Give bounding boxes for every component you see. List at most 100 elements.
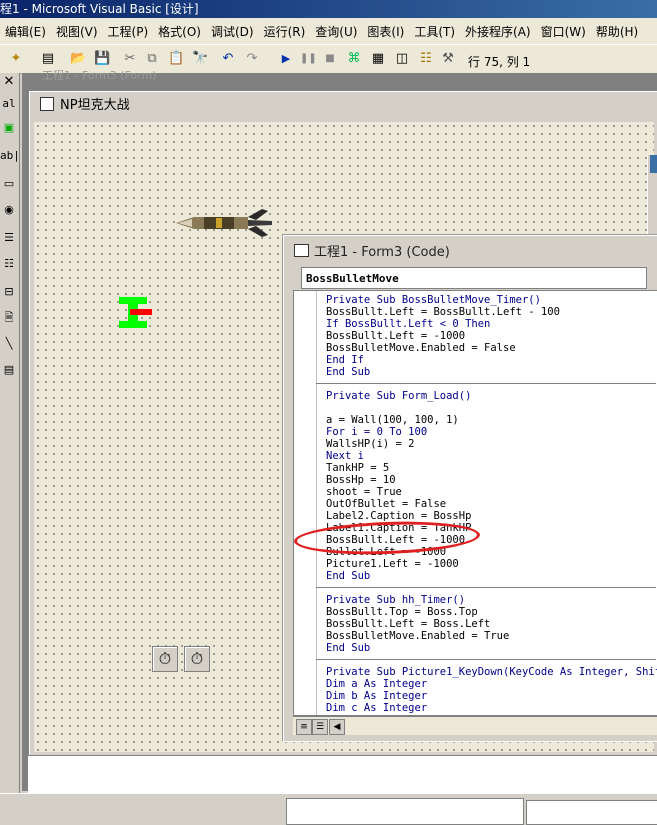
file-tool-icon[interactable]: 🗎 — [0, 309, 18, 327]
code-window[interactable]: 工程1 - Form3 (Code) BossBulletMove Privat… — [283, 235, 657, 742]
code-line[interactable]: Private Sub hh_Timer() — [326, 594, 657, 606]
code-line[interactable]: BossBulletMove.Enabled = True — [326, 630, 657, 642]
code-line[interactable]: BossBullt.Left = BossBullt.Left - 100 — [326, 306, 657, 318]
window-title: 程1 - Microsoft Visual Basic [设计] — [0, 2, 199, 16]
menu-format[interactable]: 格式(O) — [153, 23, 206, 40]
procedure-view-icon[interactable]: ≡ — [296, 719, 312, 735]
code-line[interactable]: Private Sub Form_Load() — [326, 390, 657, 402]
option-tool-icon[interactable]: ◉ — [0, 201, 18, 219]
code-line[interactable]: shoot = True — [326, 486, 657, 498]
menu-view[interactable]: 视图(V) — [51, 23, 103, 40]
code-window-titlebar[interactable]: 工程1 - Form3 (Code) — [284, 242, 654, 264]
code-editor[interactable]: Private Sub BossBulletMove_Timer() BossBu… — [293, 290, 657, 716]
code-line[interactable]: End Sub — [326, 642, 657, 654]
code-window-icon — [294, 244, 309, 257]
code-line[interactable]: Private Sub Picture1_KeyDown(KeyCode As … — [326, 666, 657, 678]
commandbutton-tool-icon[interactable]: ▭ — [0, 175, 18, 193]
frame-tool-icon[interactable]: ▣ — [0, 119, 18, 137]
form-icon — [40, 97, 54, 111]
timer-control-2[interactable]: ⏱ — [184, 646, 210, 672]
background-form-title: 工程1 - Form3 (Form) — [42, 69, 157, 82]
line-tool-icon[interactable]: ╲ — [0, 335, 18, 353]
toolbox-icon[interactable]: ⚒ — [440, 51, 456, 67]
code-line[interactable]: OutOfBullet = False — [326, 498, 657, 510]
code-line[interactable]: Dim c As Integer — [326, 702, 657, 714]
code-text[interactable]: Private Sub BossBulletMove_Timer() BossBu… — [326, 294, 657, 714]
code-window-title: 工程1 - Form3 (Code) — [314, 245, 450, 260]
menu-run[interactable]: 运行(R) — [259, 23, 311, 40]
find-icon[interactable]: 🔭 — [192, 51, 208, 67]
menu-help[interactable]: 帮助(H) — [591, 23, 643, 40]
form-layout-icon[interactable]: ◫ — [394, 51, 410, 67]
bottom-panels — [0, 793, 657, 825]
combobox-tool-icon[interactable]: ☰ — [0, 229, 18, 247]
properties-window-icon[interactable]: ▦ — [370, 51, 386, 67]
form-layout-panel[interactable] — [286, 798, 524, 825]
save-project-icon[interactable]: 💾 — [94, 51, 110, 67]
code-line[interactable]: Private Sub BossBulletMove_Timer() — [326, 294, 657, 306]
boss-bullet-image[interactable] — [176, 209, 274, 237]
menu-query[interactable]: 查询(U) — [310, 23, 362, 40]
menu-diagram[interactable]: 图表(I) — [362, 23, 409, 40]
code-line[interactable]: Dim b As Integer — [326, 690, 657, 702]
project-panel[interactable] — [526, 800, 657, 825]
paste-icon[interactable]: 📋 — [168, 51, 184, 67]
start-icon[interactable]: ▶ — [278, 51, 294, 67]
object-browser-icon[interactable]: ☷ — [418, 51, 434, 67]
code-line[interactable]: TankHP = 5 — [326, 462, 657, 474]
code-line[interactable]: If BossBullt.Left < 0 Then — [326, 318, 657, 330]
code-line[interactable]: Next i — [326, 450, 657, 462]
object-combobox[interactable]: BossBulletMove — [301, 267, 647, 289]
code-line[interactable]: End Sub — [326, 570, 657, 582]
code-line[interactable]: a = Wall(100, 100, 1) — [326, 414, 657, 426]
form-caption-bar[interactable]: NP坦克大战 — [30, 92, 657, 120]
undo-icon[interactable]: ↶ — [220, 51, 236, 67]
menu-addins[interactable]: 外接程序(A) — [460, 23, 536, 40]
code-line[interactable]: Picture1.Left = -1000 — [326, 558, 657, 570]
tank-image[interactable] — [119, 297, 153, 329]
break-icon[interactable]: ❚❚ — [300, 51, 317, 67]
menu-tools[interactable]: 工具(T) — [409, 23, 460, 40]
close-icon[interactable]: ✕ — [0, 73, 18, 91]
code-line[interactable]: BossBullt.Top = Boss.Top — [326, 606, 657, 618]
menu-debug[interactable]: 调试(D) — [206, 23, 259, 40]
immediate-window[interactable] — [28, 755, 657, 794]
add-project-icon[interactable]: ✦ — [8, 51, 24, 67]
label-tool[interactable]: al — [0, 95, 18, 113]
menu-editor-icon[interactable]: ▤ — [40, 51, 56, 67]
code-line[interactable]: End If — [326, 354, 657, 366]
stopwatch-icon: ⏱ — [158, 649, 172, 668]
code-line[interactable]: BossBulletMove.Enabled = False — [326, 342, 657, 354]
code-line[interactable]: WallsHP(i) = 2 — [326, 438, 657, 450]
textbox-tool[interactable]: ab| — [0, 147, 20, 165]
redo-icon[interactable]: ↷ — [244, 51, 260, 67]
code-line[interactable]: For i = 0 To 100 — [326, 426, 657, 438]
timer-control-1[interactable]: ⏱ — [152, 646, 178, 672]
procedure-separator — [316, 659, 656, 660]
code-line[interactable]: BossBullt.Left = Boss.Left — [326, 618, 657, 630]
code-line[interactable]: BossBullt.Left = -1000 — [326, 330, 657, 342]
code-line[interactable]: Label2.Caption = BossHp — [326, 510, 657, 522]
code-line[interactable]: BossHp = 10 — [326, 474, 657, 486]
menu-project[interactable]: 工程(P) — [103, 23, 154, 40]
toolbox: ✕ al ▣ ab| ▭ ◉ ☰ ☷ ⊟ 🗎 ╲ ▤ — [0, 73, 20, 795]
full-module-view-icon[interactable]: ☰ — [312, 719, 328, 735]
scrollbar-tool-icon[interactable]: ⊟ — [0, 283, 18, 301]
end-icon[interactable]: ■ — [322, 51, 338, 67]
procedure-separator — [316, 383, 656, 384]
copy-icon[interactable]: ⧉ — [144, 51, 160, 67]
menu-window[interactable]: 窗口(W) — [536, 23, 591, 40]
code-line[interactable]: End Sub — [326, 366, 657, 378]
menu-edit[interactable]: 编辑(E) — [0, 23, 51, 40]
open-project-icon[interactable]: 📂 — [70, 51, 86, 67]
code-horizontal-scrollbar[interactable]: ≡ ☰ ◀ — [293, 716, 657, 735]
cut-icon[interactable]: ✂ — [122, 51, 138, 67]
code-line[interactable]: Dim a As Integer — [326, 678, 657, 690]
window-titlebar: 程1 - Microsoft Visual Basic [设计] — [0, 0, 657, 18]
data-tool-icon[interactable]: ▤ — [0, 361, 18, 379]
project-explorer-icon[interactable]: ⌘ — [346, 51, 362, 67]
stopwatch-icon: ⏱ — [190, 649, 204, 668]
code-line[interactable] — [326, 402, 657, 414]
listbox-tool-icon[interactable]: ☷ — [0, 255, 18, 273]
scroll-left-icon[interactable]: ◀ — [329, 719, 345, 735]
